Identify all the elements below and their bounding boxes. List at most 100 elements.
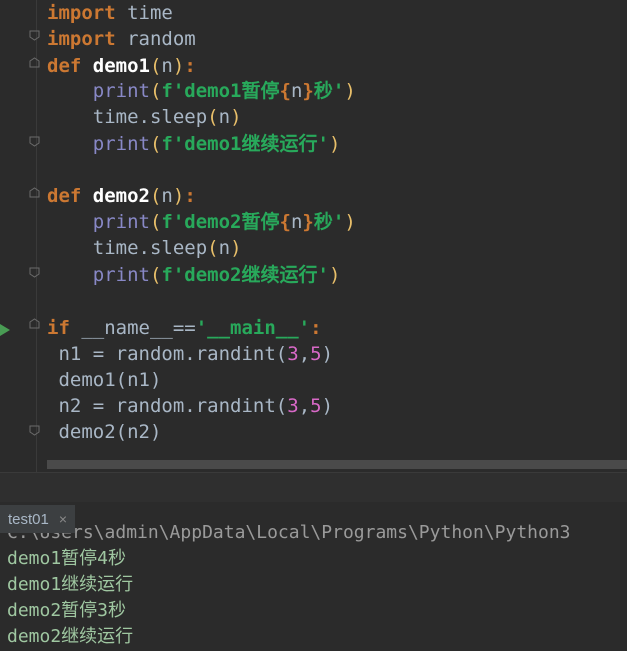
code-token: def: [47, 185, 93, 207]
fold-marker-icon[interactable]: [29, 30, 40, 41]
output-line: demo2暂停3秒: [7, 600, 127, 621]
code-token: f'demo2继续运行': [161, 264, 329, 286]
fold-marker-icon[interactable]: [29, 57, 40, 68]
code-token: ): [344, 211, 356, 233]
tab-label: test01: [8, 511, 49, 528]
code-token: time.sleep: [92, 106, 208, 128]
code-token: n2 = random.randint(: [58, 395, 288, 417]
code-token: print: [92, 264, 150, 286]
code-token: ): [344, 80, 356, 102]
code-line[interactable]: demo2(n2): [47, 419, 161, 445]
code-line[interactable]: import random: [47, 26, 196, 52]
code-token: n: [218, 237, 231, 259]
code-token: demo1: [92, 55, 150, 77]
run-tab-bar: [0, 472, 627, 503]
code-token: '__main__': [195, 317, 311, 339]
code-line[interactable]: import time: [47, 0, 173, 26]
output-line: demo2继续运行: [7, 626, 134, 647]
code-token: ): [230, 106, 242, 128]
code-token: (: [149, 80, 162, 102]
fold-marker-icon[interactable]: [29, 267, 40, 278]
code-line[interactable]: print(f'demo2继续运行'): [47, 262, 341, 288]
code-token: (: [149, 264, 162, 286]
gutter-separator: [36, 0, 37, 472]
horizontal-scrollbar[interactable]: [47, 460, 627, 469]
code-token: ): [321, 395, 334, 417]
code-token: ==: [172, 317, 196, 339]
code-token: (: [149, 185, 162, 207]
code-token: {: [279, 80, 291, 102]
tab-test01[interactable]: test01 ×: [0, 505, 76, 533]
code-editor[interactable]: import time import random def demo1(n): pr…: [0, 0, 627, 472]
code-token: print: [92, 80, 150, 102]
code-token: random: [115, 28, 196, 50]
fold-marker-icon[interactable]: [29, 136, 40, 147]
code-token: ,: [298, 343, 311, 365]
code-token: n: [290, 211, 303, 233]
code-token: __name__: [81, 317, 173, 339]
code-line[interactable]: print(f'demo1暂停{n}秒'): [47, 78, 356, 104]
code-token: (: [149, 55, 162, 77]
code-token: time.sleep: [92, 237, 208, 259]
code-line[interactable]: n1 = random.randint(3,5): [47, 341, 333, 367]
code-token: ): [172, 55, 185, 77]
code-token: 5: [310, 343, 322, 365]
code-line[interactable]: time.sleep(n): [47, 104, 242, 130]
code-token: (: [149, 211, 162, 233]
code-token: n: [161, 185, 173, 207]
code-line[interactable]: n2 = random.randint(3,5): [47, 393, 333, 419]
code-token: }: [302, 80, 314, 102]
code-line[interactable]: demo1(n1): [47, 367, 161, 393]
code-token: 秒': [313, 80, 345, 102]
run-arrow-icon[interactable]: [0, 321, 11, 336]
code-token: 3: [287, 395, 299, 417]
code-token: ): [321, 343, 334, 365]
code-token: print: [92, 211, 150, 233]
code-token: import: [47, 28, 116, 50]
code-line[interactable]: time.sleep(n): [47, 235, 242, 261]
code-token: print: [92, 133, 150, 155]
code-token: 3: [287, 343, 299, 365]
close-icon[interactable]: ×: [59, 511, 67, 527]
editor-gutter: [0, 0, 44, 472]
code-token: :: [184, 185, 196, 207]
output-line: demo1继续运行: [7, 574, 134, 595]
code-token: time: [115, 2, 173, 24]
code-token: }: [302, 211, 314, 233]
code-line[interactable]: def demo2(n):: [47, 183, 196, 209]
code-token: demo1(n1): [58, 369, 162, 391]
code-token: demo2: [92, 185, 150, 207]
code-token: n: [290, 80, 303, 102]
code-token: :: [310, 317, 322, 339]
code-token: ,: [298, 395, 311, 417]
fold-marker-icon[interactable]: [29, 425, 40, 436]
code-token: n: [218, 106, 231, 128]
code-token: (: [149, 133, 162, 155]
fold-marker-icon[interactable]: [29, 318, 40, 329]
output-path-line: C:\Users\admin\AppData\Local\Programs\Py…: [7, 522, 571, 543]
code-token: ): [230, 237, 242, 259]
code-line[interactable]: if __name__=='__main__':: [47, 315, 322, 341]
code-token: ): [328, 133, 341, 155]
code-token: f'demo2暂停: [161, 211, 280, 233]
code-token: 秒': [313, 211, 345, 233]
code-line[interactable]: print(f'demo1继续运行'): [47, 131, 341, 157]
code-line[interactable]: print(f'demo2暂停{n}秒'): [47, 209, 356, 235]
code-token: 5: [310, 395, 322, 417]
code-token: (: [207, 237, 219, 259]
code-token: (: [207, 106, 219, 128]
code-line[interactable]: def demo1(n):: [47, 53, 196, 79]
fold-marker-icon[interactable]: [29, 187, 40, 198]
code-token: :: [184, 55, 196, 77]
code-token: def: [47, 55, 93, 77]
output-line: demo1暂停4秒: [7, 548, 127, 569]
